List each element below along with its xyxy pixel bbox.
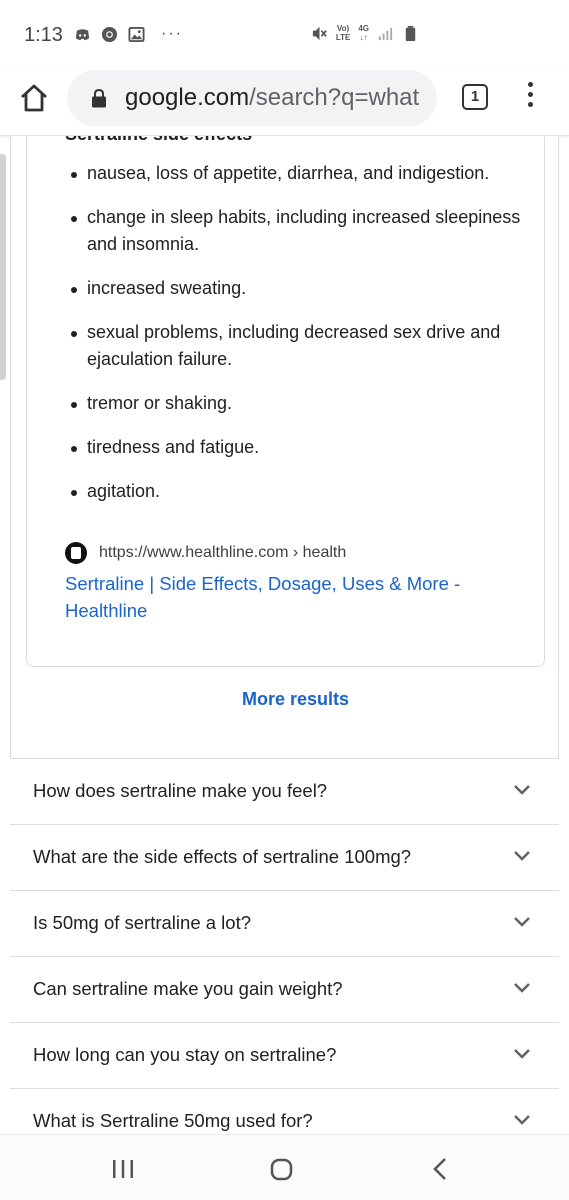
page-content: Sertraline side effects nausea, loss of … <box>0 136 569 1134</box>
faq-question-row[interactable]: How does sertraline make you feel? <box>10 758 559 824</box>
chevron-down-icon[interactable] <box>513 783 531 797</box>
healthline-favicon-icon <box>65 542 87 564</box>
url-domain: google.com <box>125 84 250 111</box>
system-nav-bar <box>0 1134 569 1200</box>
chevron-down-icon[interactable] <box>513 1113 531 1127</box>
chrome-icon <box>101 26 118 42</box>
volte-icon: Vo) LTE <box>335 24 351 42</box>
chevron-down-icon[interactable] <box>513 849 531 863</box>
faq-question-text: What is Sertraline 50mg used for? <box>33 1110 313 1131</box>
faq-question-text: Can sertraline make you gain weight? <box>33 978 343 999</box>
snippet-title: Sertraline side effects <box>65 136 252 145</box>
status-bar: 1:13 ··· Vo) LTE 4G ↓↑ <box>0 0 569 68</box>
chevron-down-icon[interactable] <box>513 915 531 929</box>
mute-icon <box>312 26 327 40</box>
battery-icon <box>405 25 416 41</box>
list-item: sexual problems, including decreased sex… <box>65 319 535 373</box>
status-time: 1:13 <box>24 24 63 46</box>
list-item: tremor or shaking. <box>65 390 535 417</box>
source-url[interactable]: https://www.healthline.com › health <box>99 544 346 562</box>
faq-question-text: Is 50mg of sertraline a lot? <box>33 912 251 933</box>
list-item: nausea, loss of appetite, diarrhea, and … <box>65 160 535 187</box>
list-item: tiredness and fatigue. <box>65 434 535 461</box>
more-results-link[interactable]: More results <box>21 689 569 710</box>
lock-icon <box>92 88 106 108</box>
faq-question-row[interactable]: What is Sertraline 50mg used for? <box>10 1088 559 1134</box>
list-item: agitation. <box>65 478 535 505</box>
chevron-down-icon[interactable] <box>513 1047 531 1061</box>
faq-question-row[interactable]: What are the side effects of sertraline … <box>10 824 559 890</box>
faq-question-row[interactable]: How long can you stay on sertraline? <box>10 1022 559 1088</box>
url-text[interactable]: google.com/search?q=what <box>125 84 419 112</box>
home-nav-icon[interactable] <box>270 1158 293 1181</box>
scrollbar[interactable] <box>0 154 6 380</box>
browser-toolbar: google.com/search?q=what 1 <box>0 68 569 136</box>
faq-question-text: How long can you stay on sertraline? <box>33 1044 337 1065</box>
status-left-icons: ··· <box>74 25 183 43</box>
faq-question-text: How does sertraline make you feel? <box>33 780 328 801</box>
list-item: increased sweating. <box>65 275 535 302</box>
tab-switcher-button[interactable]: 1 <box>462 84 488 110</box>
back-icon[interactable] <box>430 1157 452 1181</box>
home-icon[interactable] <box>18 82 50 114</box>
faq-question-row[interactable]: Can sertraline make you gain weight? <box>10 956 559 1022</box>
source-row[interactable]: https://www.healthline.com › health <box>65 538 346 568</box>
url-path: /search?q=what <box>249 84 420 111</box>
source-title-link[interactable]: Sertraline | Side Effects, Dosage, Uses … <box>65 570 495 624</box>
overflow-menu-icon[interactable] <box>524 82 536 112</box>
address-bar[interactable]: google.com/search?q=what <box>67 70 437 126</box>
list-item: change in sleep habits, including increa… <box>65 204 535 258</box>
faq-question-text: What are the side effects of sertraline … <box>33 846 412 867</box>
4g-icon: 4G ↓↑ <box>358 24 369 42</box>
status-right-icons: Vo) LTE 4G ↓↑ <box>311 24 419 42</box>
more-notifications: ··· <box>161 25 183 42</box>
gallery-icon <box>128 26 145 42</box>
discord-icon <box>75 28 90 40</box>
chevron-down-icon[interactable] <box>513 981 531 995</box>
side-effects-list: nausea, loss of appetite, diarrhea, and … <box>65 160 535 522</box>
signal-icon <box>378 27 393 40</box>
faq-question-row[interactable]: Is 50mg of sertraline a lot? <box>10 890 559 956</box>
recent-apps-icon[interactable] <box>111 1159 135 1179</box>
featured-snippet-card: Sertraline side effects nausea, loss of … <box>26 136 545 667</box>
